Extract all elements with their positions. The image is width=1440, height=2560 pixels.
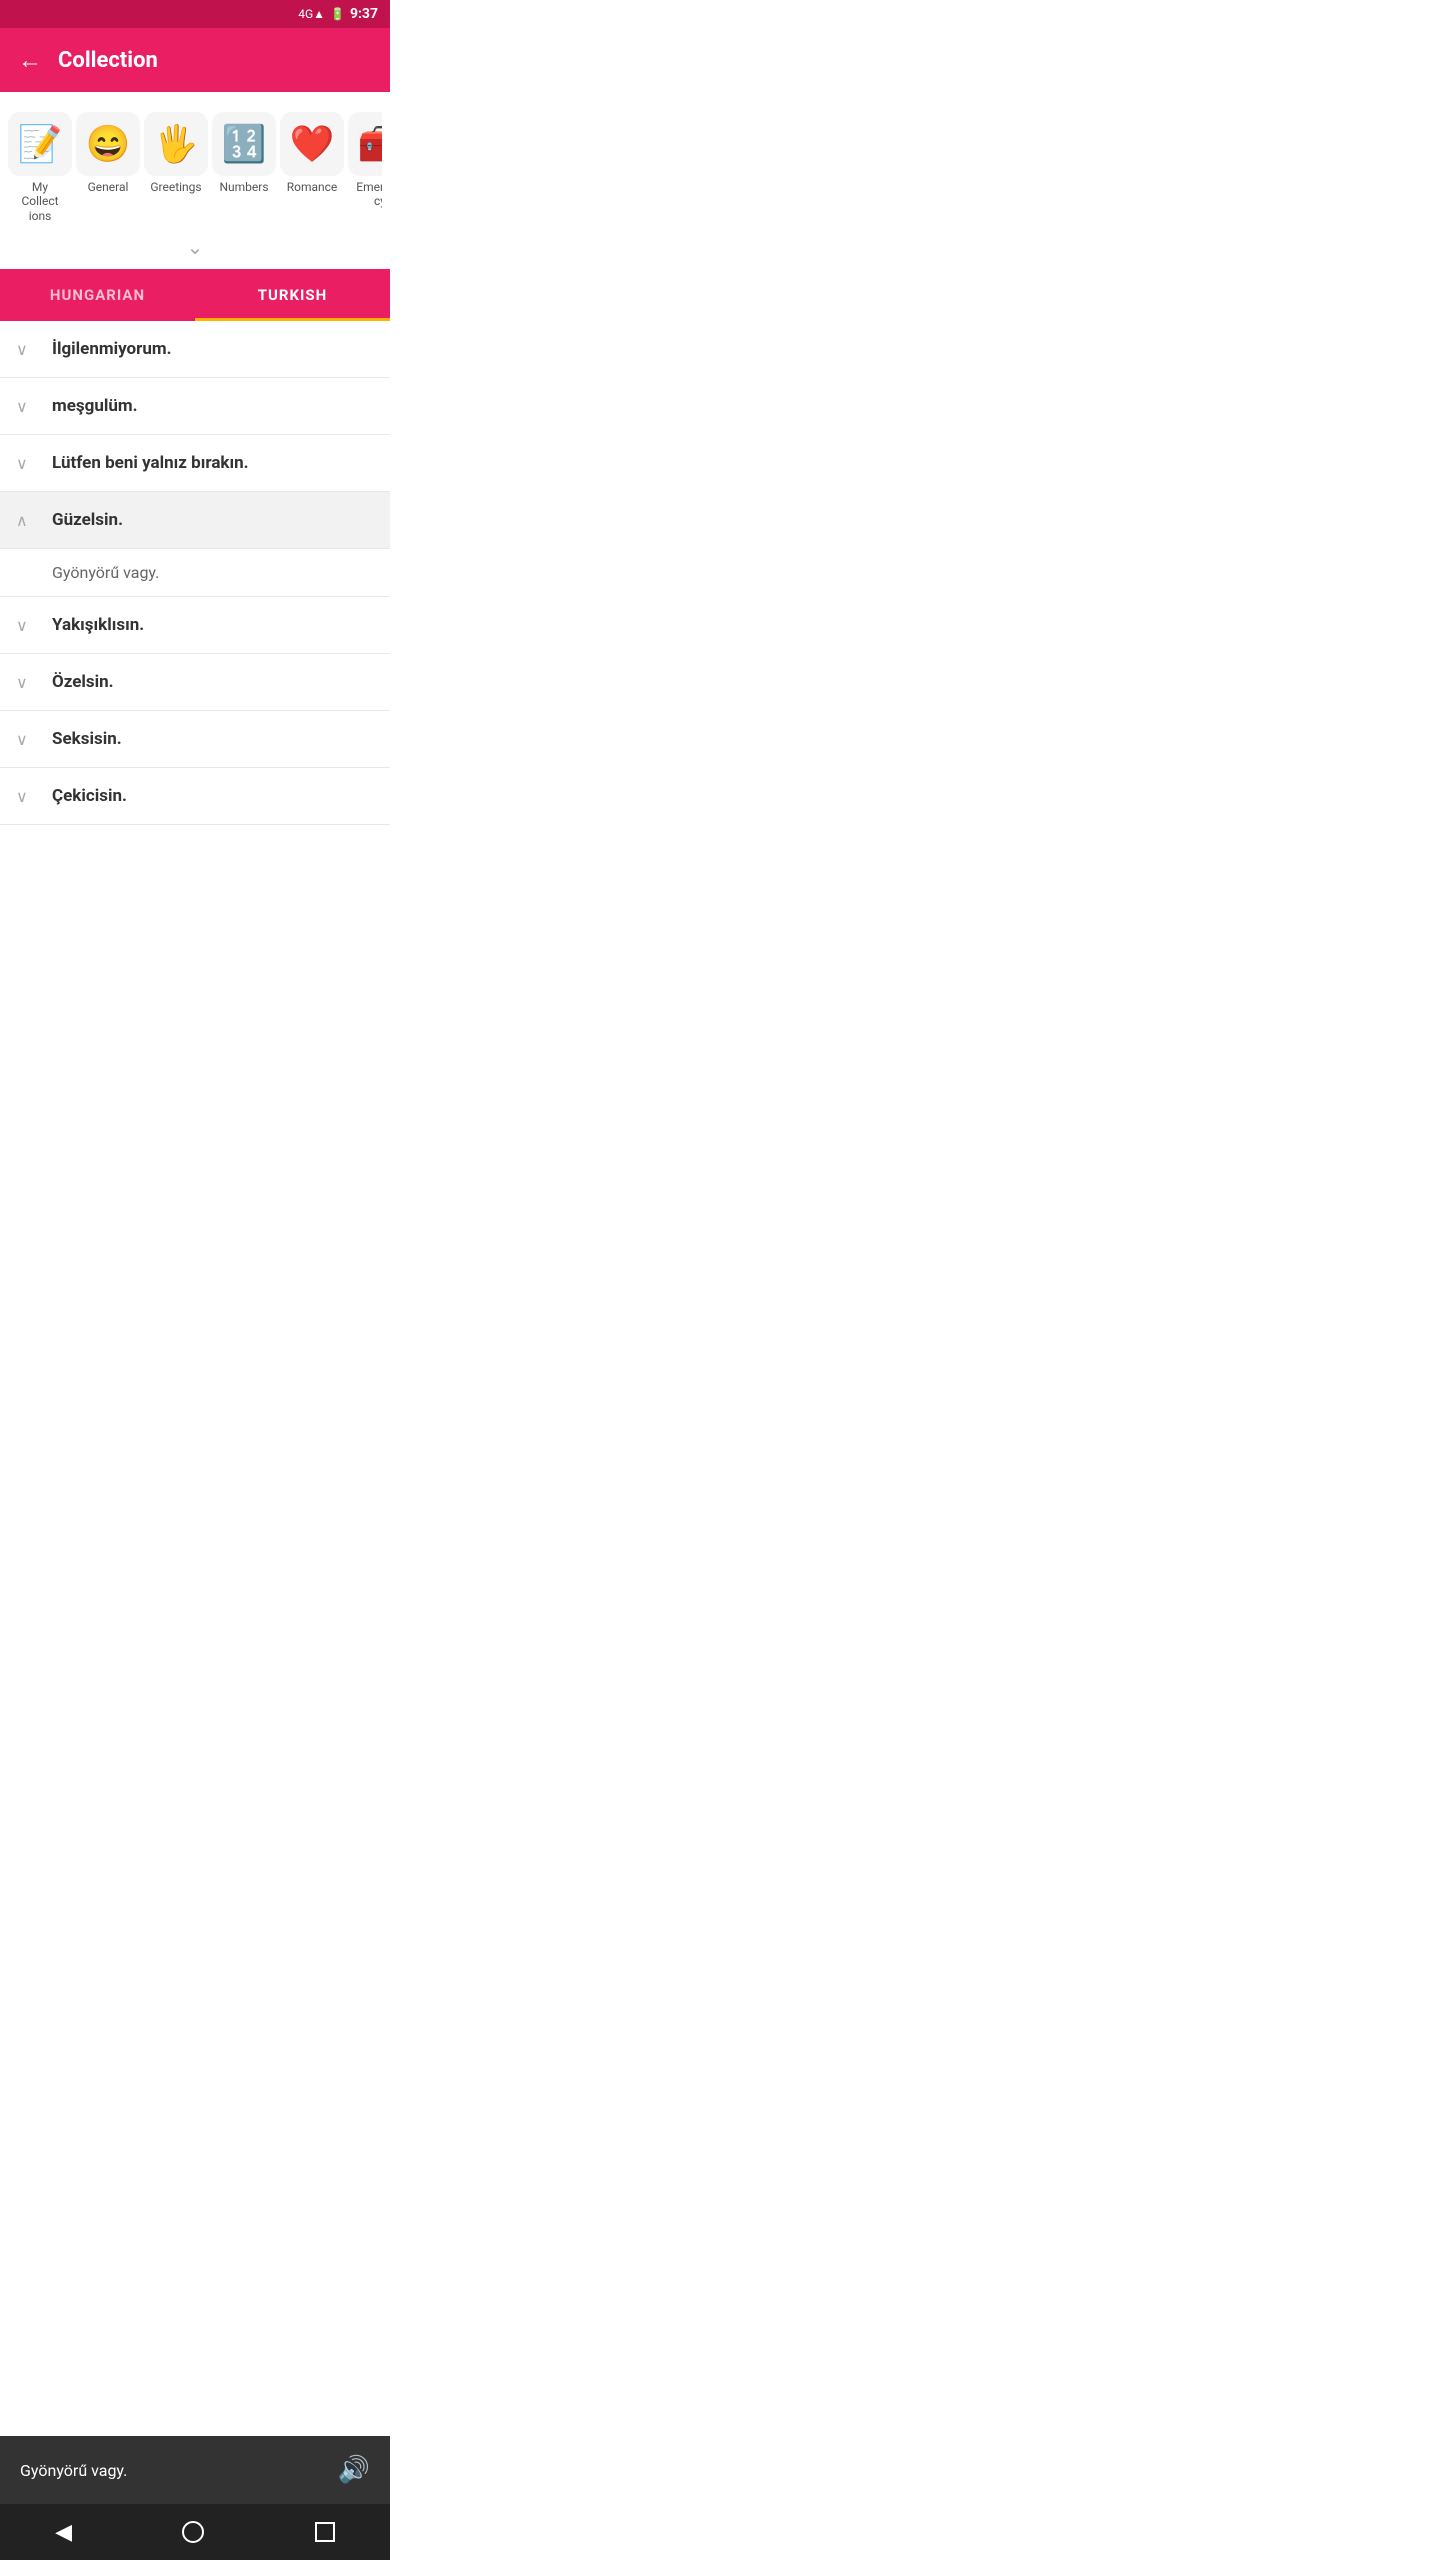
battery-icon: 🔋 [330,7,345,21]
category-item-emergency[interactable]: 🧰 Emergen cy [348,108,382,227]
phrase-text: Yakışıklısın. [52,615,144,635]
chevron-down-icon: ∨ [16,454,36,473]
back-button[interactable]: ← [18,46,42,75]
category-item-romance[interactable]: ❤️ Romance [280,108,344,227]
recents-nav-button[interactable] [315,2522,335,2542]
audio-bar: Gyönyörű vagy. 🔊 [0,2436,390,2504]
category-item-numbers[interactable]: 🔢 Numbers [212,108,276,227]
back-nav-button[interactable]: ◀ [55,2520,72,2545]
category-item-greetings[interactable]: 🖐 Greetings [144,108,208,227]
top-bar: ← Collection [0,28,390,92]
romance-label: Romance [287,180,338,194]
general-label: General [88,180,129,194]
phrase-text: Lütfen beni yalnız bırakın. [52,453,249,473]
phrase-row[interactable]: ∨ Yakışıklısın. [0,597,390,654]
phrase-row[interactable]: ∨ meşgulüm. [0,378,390,435]
page-title: Collection [58,48,158,73]
phrase-text: Özelsin. [52,672,114,692]
phrase-text: Güzelsin. [52,510,123,530]
category-row: 📝My Collect ions😄 General 🖐 Greetings 🔢 Numbe… [8,108,382,227]
phrase-row[interactable]: ∨ Çekicisin. [0,768,390,825]
translation-text: Gyönyörű vagy. [52,563,159,582]
phrase-row[interactable]: ∨ Özelsin. [0,654,390,711]
signal-icon: 4G▲ [298,7,325,21]
chevron-down-icon: ∨ [16,340,36,359]
nav-bar: ◀ [0,2504,390,2560]
my-collections-icon: 📝 [8,112,72,176]
greetings-label: Greetings [150,180,201,194]
category-item-my-collections[interactable]: 📝My Collect ions [8,108,72,227]
phrase-row[interactable]: ∨ İlgilenmiyorum. [0,321,390,378]
status-icons: 4G▲ 🔋 9:37 [298,6,378,22]
status-bar: 4G▲ 🔋 9:37 [0,0,390,28]
tab-turkish[interactable]: TURKISH [195,269,390,321]
phrase-text: İlgilenmiyorum. [52,339,172,359]
audio-bar-text: Gyönyörű vagy. [20,2461,127,2480]
translation-row: Gyönyörű vagy. [0,549,390,597]
emergency-icon: 🧰 [348,112,382,176]
my-collections-label: My Collect ions [12,180,68,223]
tabs-bar: HUNGARIANTURKISH [0,269,390,321]
chevron-down-icon: ∨ [16,730,36,749]
speaker-icon[interactable]: 🔊 [338,2455,370,2485]
home-nav-button[interactable] [182,2521,204,2543]
romance-icon: ❤️ [280,112,344,176]
emergency-label: Emergen cy [352,180,382,209]
phrase-row[interactable]: ∧ Güzelsin. [0,492,390,549]
chevron-down-icon: ∨ [16,616,36,635]
chevron-up-icon: ∧ [16,511,36,530]
phrase-row[interactable]: ∨ Lütfen beni yalnız bırakın. [0,435,390,492]
phrase-list: ∨ İlgilenmiyorum. ∨ meşgulüm. ∨ Lütfen beni y… [0,321,390,825]
chevron-down-icon: ∨ [16,397,36,416]
phrase-text: meşgulüm. [52,396,138,416]
numbers-icon: 🔢 [212,112,276,176]
expand-chevron-icon[interactable]: ⌄ [187,235,204,259]
greetings-icon: 🖐 [144,112,208,176]
phrase-text: Seksisin. [52,729,122,749]
status-time: 9:37 [350,6,378,22]
tab-hungarian[interactable]: HUNGARIAN [0,269,195,321]
general-icon: 😄 [76,112,140,176]
chevron-down-icon: ∨ [16,787,36,806]
chevron-down-icon: ∨ [16,673,36,692]
expand-row[interactable]: ⌄ [0,227,390,269]
phrase-text: Çekicisin. [52,786,127,806]
category-section: 📝My Collect ions😄 General 🖐 Greetings 🔢 Numbe… [0,92,390,227]
category-item-general[interactable]: 😄 General [76,108,140,227]
numbers-label: Numbers [219,180,268,194]
phrase-row[interactable]: ∨ Seksisin. [0,711,390,768]
